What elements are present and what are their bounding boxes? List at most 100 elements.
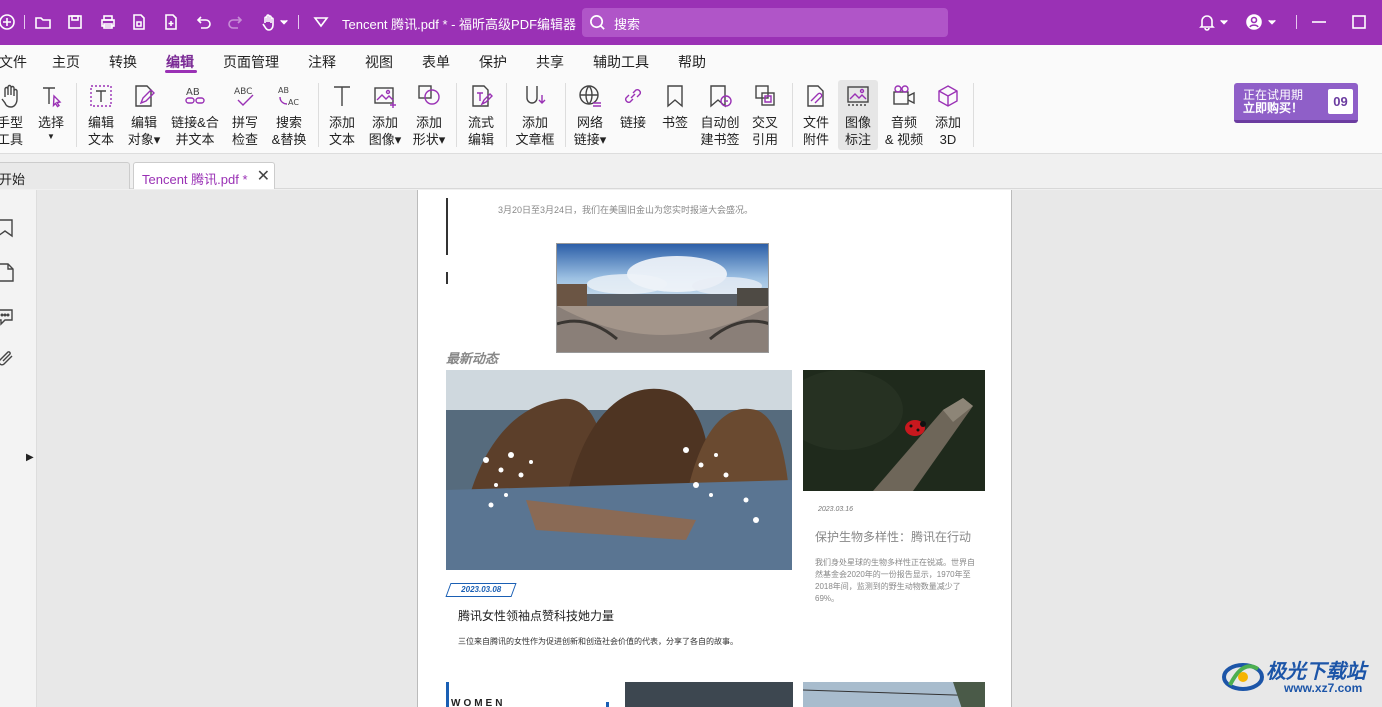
news-summary: 我们身处星球的生物多样性正在锐减。世界自然基金会2020年的一份报告显示，197… (815, 558, 975, 603)
title-bar: Tencent 腾讯.pdf * - 福昕高级PDF编辑器 搜索 (0, 0, 1382, 45)
menu-comment[interactable]: 注释 (308, 52, 336, 72)
bookmark-button[interactable]: 书签 (658, 80, 692, 150)
customize-toolbar-icon[interactable] (310, 11, 332, 33)
spell-check-button[interactable]: ABC 拼写 检查 (228, 80, 262, 150)
ribbon-label: 手型 工具 (0, 115, 23, 147)
add-article-box-button[interactable]: 添加 文章框 (512, 80, 558, 150)
menu-protect[interactable]: 保护 (479, 52, 507, 72)
chevron-down-icon: ▼ (47, 132, 55, 141)
ribbon-label: 自动创 建书签 (700, 115, 740, 147)
toolbar-divider (1296, 15, 1297, 29)
ribbon-label: 添加 3D (934, 115, 961, 147)
tab-document[interactable]: Tencent 腾讯.pdf * ✕ (133, 162, 275, 189)
chevron-down-icon[interactable] (1218, 11, 1230, 33)
bell-icon[interactable] (1196, 11, 1218, 33)
minimize-icon[interactable] (1308, 11, 1330, 33)
link-merge-text-button[interactable]: AB 链接&合 并文本 (169, 80, 221, 150)
account-icon[interactable] (1243, 11, 1265, 33)
add-image-button[interactable]: 添加 图像▾ (366, 80, 404, 150)
hand-tool-icon[interactable] (258, 11, 280, 33)
ribbon-label: 选择 (37, 115, 64, 130)
ribbon-label: 编辑 文本 (87, 115, 114, 147)
comments-panel-icon[interactable] (0, 306, 18, 326)
menu-home[interactable]: 主页 (52, 52, 80, 72)
spell-check-icon: ABC (234, 87, 254, 106)
news-date: 2023.03.16 (818, 506, 854, 513)
link-button[interactable]: 链接 (616, 80, 650, 150)
hand-tool-button[interactable]: 手型 工具 (0, 80, 28, 150)
trial-days-badge: 09 (1328, 89, 1353, 114)
new-file-icon[interactable] (160, 11, 182, 33)
open-folder-icon[interactable] (32, 11, 54, 33)
ribbon-label: 链接&合 并文本 (171, 115, 219, 147)
menu-file[interactable]: 文件 (0, 52, 27, 72)
add-text-button[interactable]: 添加 文本 (325, 80, 359, 150)
text-select-icon (43, 87, 62, 108)
app-logo-icon[interactable] (0, 11, 18, 33)
file-attachment-button[interactable]: 文件 附件 (799, 80, 833, 150)
auto-bookmark-icon (710, 85, 732, 108)
edit-text-button[interactable]: 编辑 文本 (84, 80, 118, 150)
news-date-tag: 2023.03.08 (445, 583, 517, 597)
tab-start[interactable]: 开始 (0, 162, 130, 189)
menu-view[interactable]: 视图 (365, 52, 393, 72)
auto-bookmark-button[interactable]: 自动创 建书签 (697, 80, 743, 150)
add-shape-button[interactable]: 添加 形状▾ (410, 80, 448, 150)
save-icon[interactable] (64, 11, 86, 33)
menu-bar: 文件 主页 转换 编辑 页面管理 注释 视图 表单 保护 共享 辅助工具 帮助 (0, 45, 1382, 75)
news-headline[interactable]: 保护生物多样性：腾讯在行动 (815, 528, 971, 545)
pdf-page[interactable]: 3月20日至3月24日，我们在美国旧金山为您实时报道大会盛况。 最新动态 202… (417, 190, 1012, 707)
ribbon-label: 图像 标注 (844, 115, 871, 147)
ladybug-photo[interactable] (803, 370, 985, 491)
select-tool-button[interactable]: 选择 ▼ (34, 80, 68, 150)
attachments-panel-icon[interactable] (0, 350, 18, 370)
menu-share[interactable]: 共享 (536, 52, 564, 72)
chevron-down-icon[interactable] (1266, 11, 1278, 33)
add-image-icon (374, 87, 396, 108)
chevron-down-icon[interactable] (278, 11, 290, 33)
add-shape-icon (418, 85, 440, 105)
svg-text:ABC: ABC (234, 87, 252, 97)
cross-reference-button[interactable]: 交叉 引用 (748, 80, 782, 150)
maximize-icon[interactable] (1348, 11, 1370, 33)
search-box[interactable]: 搜索 (582, 8, 948, 37)
menu-edit[interactable]: 编辑 (166, 52, 194, 72)
bookmark-panel-icon[interactable] (0, 218, 18, 238)
women-photo[interactable] (446, 370, 792, 570)
expand-panel-icon[interactable]: ▶ (26, 452, 34, 463)
accent-bar (606, 702, 609, 707)
menu-accessibility[interactable]: 辅助工具 (593, 52, 649, 72)
panorama-photo[interactable] (556, 243, 769, 353)
image-annotation-button[interactable]: 图像 标注 (838, 80, 878, 150)
undo-icon[interactable] (192, 11, 214, 33)
print-icon[interactable] (97, 11, 119, 33)
file-manage-icon[interactable] (128, 11, 150, 33)
redo-icon[interactable] (225, 11, 247, 33)
cross-reference-icon (755, 85, 775, 106)
audio-video-button[interactable]: 音频 & 视频 (883, 80, 925, 150)
news-headline[interactable]: 腾讯女性领袖点赞科技她力量 (458, 607, 614, 624)
ribbon-label: 交叉 引用 (751, 115, 778, 147)
menu-convert[interactable]: 转换 (109, 52, 137, 72)
add-3d-button[interactable]: 添加 3D (931, 80, 965, 150)
article-photo[interactable] (625, 682, 793, 707)
menu-help[interactable]: 帮助 (678, 52, 706, 72)
svg-text:AC: AC (288, 98, 299, 107)
web-link-button[interactable]: 网络 链接▾ (570, 80, 610, 150)
article-photo[interactable] (802, 682, 986, 707)
find-replace-icon: AB AC (278, 86, 299, 107)
flow-edit-button[interactable]: 流式 编辑 (464, 80, 498, 150)
buy-now-text: 立即购买！ (1243, 101, 1304, 115)
menu-form[interactable]: 表单 (422, 52, 450, 72)
edit-object-icon (135, 85, 155, 107)
trial-purchase-button[interactable]: 正在试用期 立即购买！ 09 (1234, 83, 1358, 123)
find-replace-button[interactable]: AB AC 搜索 &替换 (270, 80, 308, 150)
close-tab-icon[interactable]: ✕ (257, 166, 270, 186)
pages-panel-icon[interactable] (0, 262, 18, 282)
svg-text:AB: AB (278, 86, 289, 95)
menu-page-management[interactable]: 页面管理 (223, 52, 279, 72)
edit-object-button[interactable]: 编辑 对象▾ (126, 80, 162, 150)
bookmark-icon (667, 85, 683, 108)
article-box-icon (526, 86, 546, 104)
section-title: 最新动态 (446, 351, 499, 366)
